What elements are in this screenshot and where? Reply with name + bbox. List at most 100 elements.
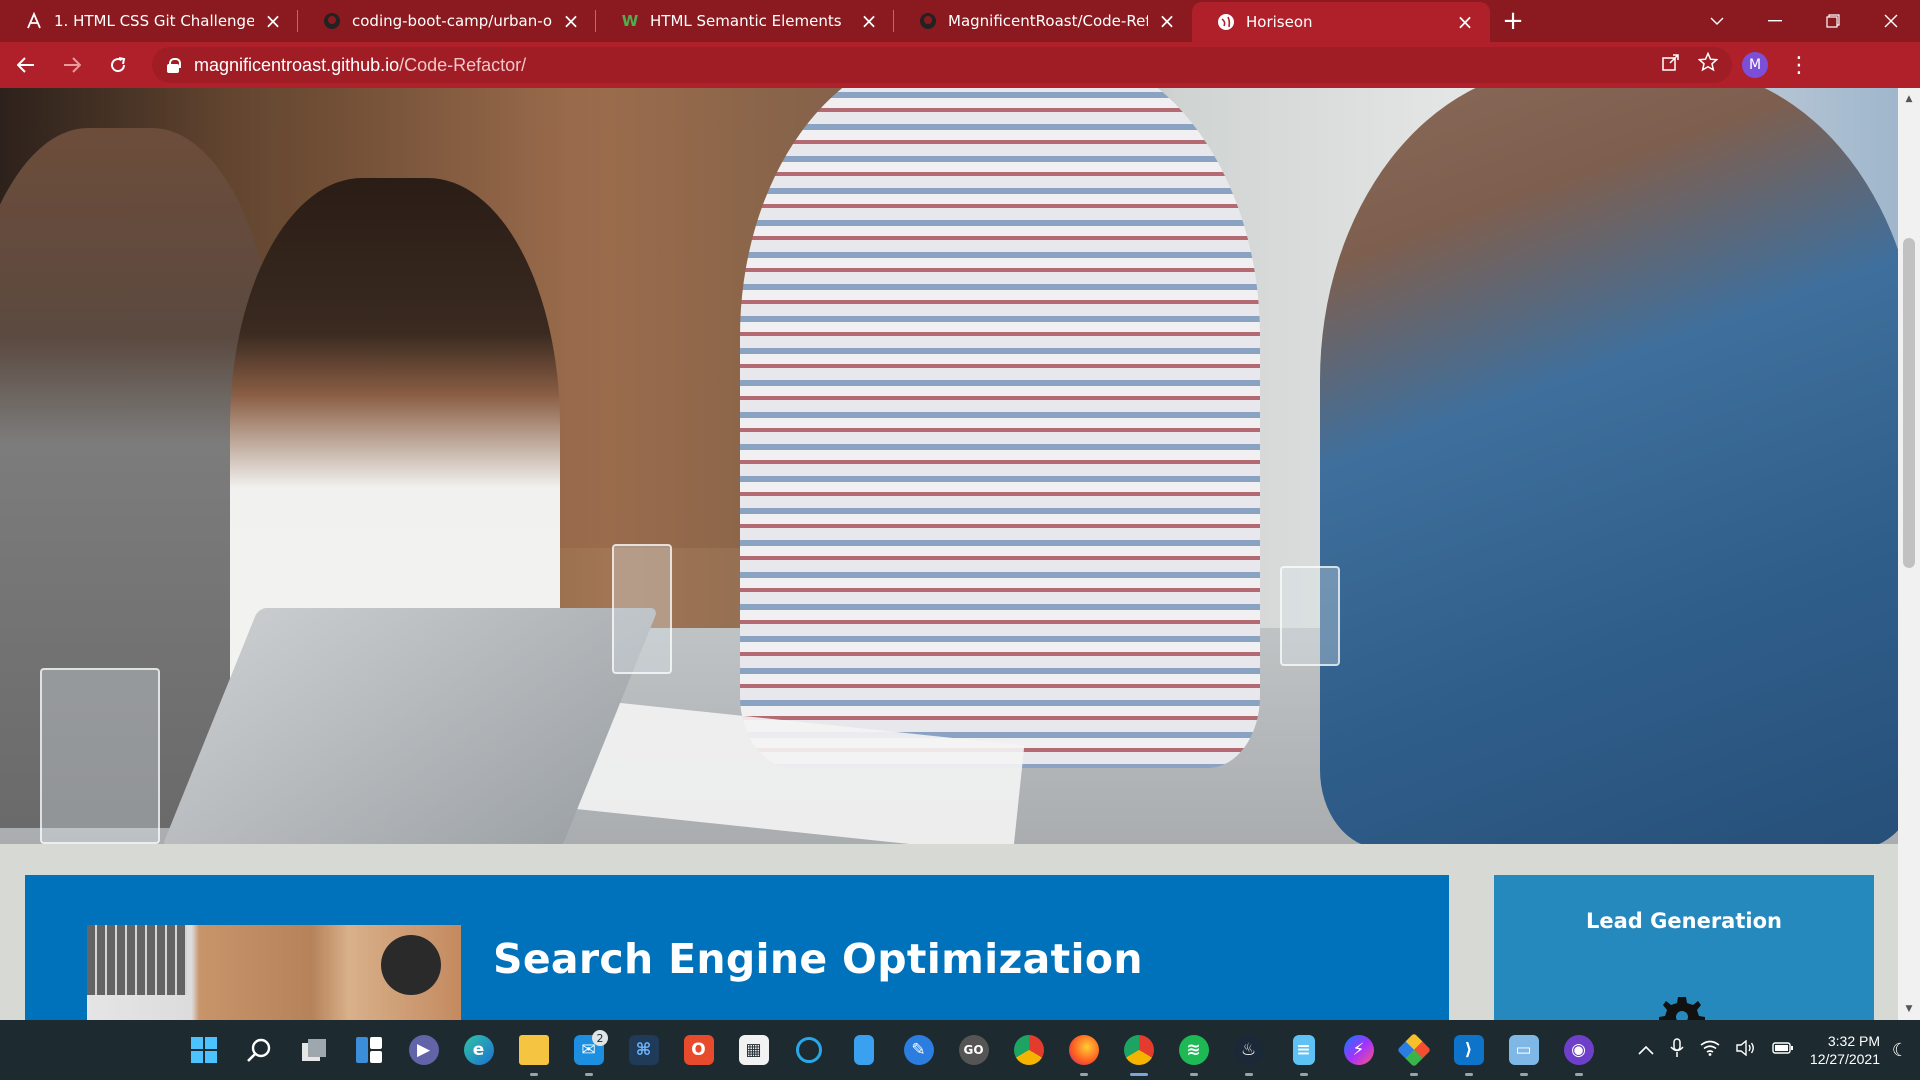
pencil-cup-graphic — [381, 935, 441, 995]
firefox-icon[interactable] — [1056, 1020, 1111, 1080]
url-path: /Code-Refactor/ — [399, 54, 527, 75]
windows-taskbar: ▶ e ✉ 2 ⌘ O ▦ ✎ GO ≋ ♨ ≡ ⚡ ⟩ ▭ ◉ 3:32 PM… — [0, 1020, 1920, 1080]
address-bar-actions — [1662, 51, 1732, 78]
search-icon[interactable] — [231, 1020, 286, 1080]
back-arrow-icon[interactable] — [6, 45, 46, 85]
seo-image — [87, 925, 461, 1020]
vertical-scrollbar[interactable]: ▲ ▼ — [1898, 88, 1920, 1020]
profile-avatar[interactable]: M — [1742, 52, 1768, 78]
system-tray: 3:32 PM 12/27/2021 — [1638, 1020, 1880, 1080]
menu-kebab-icon[interactable]: ⋮ — [1788, 53, 1810, 78]
chevron-up-icon[interactable] — [1638, 1040, 1654, 1060]
seo-heading: Search Engine Optimization — [493, 935, 1143, 983]
close-tab-icon[interactable]: × — [560, 9, 582, 33]
close-window-icon[interactable] — [1862, 0, 1920, 42]
close-tab-icon[interactable]: × — [1454, 10, 1476, 34]
volume-icon[interactable] — [1736, 1039, 1756, 1061]
edx-icon — [24, 11, 44, 31]
widgets-icon[interactable] — [341, 1020, 396, 1080]
cortana-icon[interactable] — [781, 1020, 836, 1080]
file-explorer-icon[interactable] — [506, 1020, 561, 1080]
tab-title: MagnificentRoast/Code-Refactor — [948, 12, 1148, 30]
tab-title: HTML Semantic Elements — [650, 12, 842, 30]
tab-title: coding-boot-camp/urban-octo-t — [352, 12, 552, 30]
running-indicator — [1519, 1073, 1528, 1076]
address-bar[interactable]: magnificentroast.github.io/Code-Refactor… — [152, 47, 1732, 83]
window-controls — [1688, 0, 1920, 42]
hero-glass — [612, 544, 672, 674]
share-icon[interactable] — [1662, 53, 1680, 77]
running-indicator — [1574, 1073, 1583, 1076]
browser-toolbar: magnificentroast.github.io/Code-Refactor… — [0, 42, 1920, 88]
messenger-icon[interactable]: ⚡ — [1331, 1020, 1386, 1080]
keyboard-graphic — [87, 925, 187, 995]
battery-icon[interactable] — [1772, 1040, 1794, 1060]
tab-github-code-refactor[interactable]: MagnificentRoast/Code-Refactor × — [894, 0, 1192, 42]
lead-generation-heading: Lead Generation — [1586, 909, 1782, 933]
notepad-blue-icon[interactable] — [836, 1020, 891, 1080]
seo-section: Search Engine Optimization — [25, 875, 1449, 1020]
tab-edx[interactable]: 1. HTML CSS Git Challenge: Code × — [0, 0, 298, 42]
running-indicator — [1299, 1073, 1308, 1076]
forward-arrow-icon[interactable] — [52, 45, 92, 85]
spotify-icon[interactable]: ≋ — [1166, 1020, 1221, 1080]
gear-icon — [1659, 997, 1705, 1020]
cpu-icon[interactable]: ⌘ — [616, 1020, 671, 1080]
close-tab-icon[interactable]: × — [262, 9, 284, 33]
go-icon[interactable]: GO — [946, 1020, 1001, 1080]
paint-icon[interactable]: ✎ — [891, 1020, 946, 1080]
steam-icon[interactable]: ♨ — [1221, 1020, 1276, 1080]
github-icon — [322, 11, 342, 31]
new-tab-button[interactable]: + — [1490, 0, 1536, 42]
scroll-up-icon[interactable]: ▲ — [1898, 90, 1920, 108]
page-viewport: Search Engine Optimization Lead Generati… — [0, 88, 1920, 1020]
task-view-icon[interactable] — [286, 1020, 341, 1080]
tab-horiseon[interactable]: Horiseon × — [1192, 2, 1490, 42]
notification-moon-icon[interactable]: ☾ — [1892, 1040, 1908, 1061]
office-icon[interactable]: O — [671, 1020, 726, 1080]
close-tab-icon[interactable]: × — [858, 9, 880, 33]
store-icon[interactable]: ▦ — [726, 1020, 781, 1080]
hero-person — [1320, 88, 1898, 844]
url-host: magnificentroast.github.io — [194, 54, 400, 75]
git-icon[interactable] — [1386, 1020, 1441, 1080]
teams-chat-icon[interactable]: ▶ — [396, 1020, 451, 1080]
notepad-icon[interactable]: ≡ — [1276, 1020, 1331, 1080]
chrome-profile-icon[interactable] — [1111, 1020, 1166, 1080]
tab-search-icon[interactable] — [1688, 0, 1746, 42]
vscode-icon[interactable]: ⟩ — [1441, 1020, 1496, 1080]
mail-icon[interactable]: ✉ 2 — [561, 1020, 616, 1080]
tab-title: Horiseon — [1246, 13, 1313, 31]
close-tab-icon[interactable]: × — [1156, 9, 1178, 33]
mail-badge: 2 — [592, 1030, 608, 1046]
bookmark-star-icon[interactable] — [1697, 51, 1719, 78]
scroll-down-icon[interactable]: ▼ — [1898, 1000, 1920, 1018]
start-icon[interactable] — [176, 1020, 231, 1080]
github-desktop-icon[interactable]: ◉ — [1551, 1020, 1606, 1080]
running-indicator — [1409, 1073, 1418, 1076]
restore-icon[interactable] — [1804, 0, 1862, 42]
lock-icon[interactable] — [166, 58, 181, 73]
running-indicator — [1129, 1073, 1148, 1076]
reload-icon[interactable] — [98, 45, 138, 85]
minimize-icon[interactable] — [1746, 0, 1804, 42]
w3schools-icon: W — [621, 12, 639, 30]
tab-w3schools[interactable]: W HTML Semantic Elements × — [596, 0, 894, 42]
running-indicator — [1464, 1073, 1473, 1076]
remote-desktop-icon[interactable]: ▭ — [1496, 1020, 1551, 1080]
globe-icon — [1216, 12, 1236, 32]
scroll-thumb[interactable] — [1903, 238, 1915, 568]
edge-icon[interactable]: e — [451, 1020, 506, 1080]
browser-tab-strip: 1. HTML CSS Git Challenge: Code × coding… — [0, 0, 1920, 42]
running-indicator — [529, 1073, 538, 1076]
running-indicator — [1244, 1073, 1253, 1076]
chrome-icon[interactable] — [1001, 1020, 1056, 1080]
clock[interactable]: 3:32 PM 12/27/2021 — [1810, 1032, 1880, 1068]
hero-image — [0, 88, 1898, 844]
hero-glass — [1280, 566, 1340, 666]
wifi-icon[interactable] — [1700, 1040, 1720, 1061]
clock-date: 12/27/2021 — [1809, 1051, 1880, 1067]
github-icon — [918, 11, 938, 31]
tab-github-urban-octo[interactable]: coding-boot-camp/urban-octo-t × — [298, 0, 596, 42]
microphone-icon[interactable] — [1670, 1037, 1684, 1063]
